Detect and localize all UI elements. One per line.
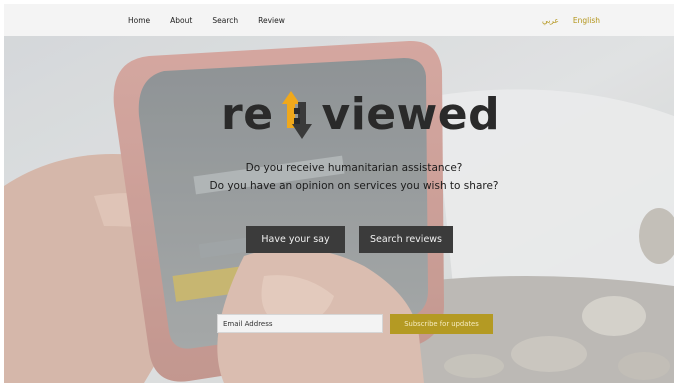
logo-text-left: re — [221, 89, 274, 140]
nav-review[interactable]: Review — [258, 16, 285, 25]
lang-arabic[interactable]: عربي — [542, 16, 559, 25]
nav-about[interactable]: About — [170, 16, 192, 25]
email-address-input[interactable] — [217, 314, 383, 333]
page-frame: Home About Search Review عربي English re… — [4, 4, 674, 383]
search-reviews-button[interactable]: Search reviews — [359, 226, 453, 253]
main-nav: Home About Search Review — [128, 4, 305, 36]
reviewed-logo: re viewed — [221, 88, 500, 142]
logo-text-right: viewed — [321, 89, 501, 140]
language-switcher: عربي English — [542, 4, 600, 36]
nav-search[interactable]: Search — [212, 16, 238, 25]
swap-arrows-icon — [281, 91, 312, 139]
tagline-line-1: Do you receive humanitarian assistance? — [245, 162, 463, 174]
lang-english[interactable]: English — [573, 16, 600, 25]
tagline-line-2: Do you have an opinion on services you w… — [209, 180, 499, 192]
top-navigation-bar: Home About Search Review عربي English — [4, 4, 674, 36]
hero-section: re viewed Do you receive humanitarian as… — [4, 36, 674, 383]
nav-home[interactable]: Home — [128, 16, 150, 25]
subscribe-button[interactable]: Subscribe for updates — [390, 314, 493, 334]
have-your-say-button[interactable]: Have your say — [246, 226, 345, 253]
